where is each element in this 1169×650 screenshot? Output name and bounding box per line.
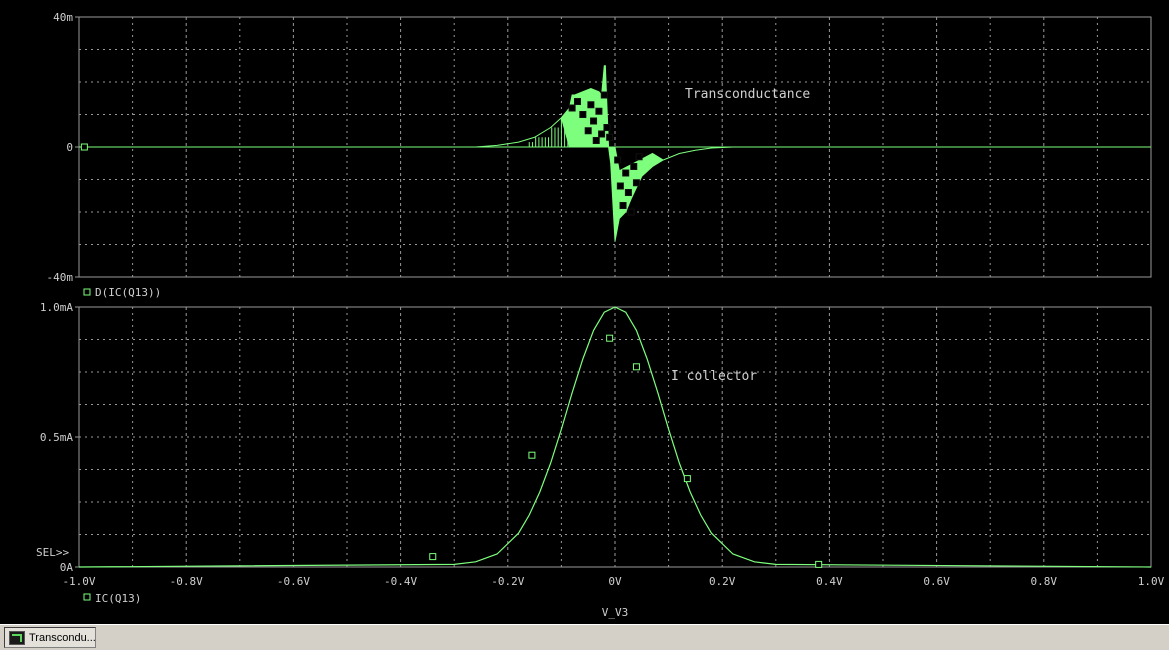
trace-marker xyxy=(683,475,691,483)
x-tick-label: -0.4V xyxy=(384,575,417,588)
trace-marker xyxy=(568,104,576,112)
y-tick-label: 0 xyxy=(66,141,73,154)
legend-marker xyxy=(83,593,91,601)
taskbar-window-label: Transcondu... xyxy=(29,631,95,644)
trace-marker xyxy=(815,560,823,568)
trace-marker xyxy=(584,127,592,135)
selector-label: SEL>> xyxy=(36,546,69,559)
x-tick-label: -0.8V xyxy=(170,575,203,588)
legend-label-transconductance: D(IC(Q13)) xyxy=(95,286,161,299)
trace-marker xyxy=(635,153,643,161)
legend-label-collector: IC(Q13) xyxy=(95,592,141,605)
taskbar: Transcondu... xyxy=(0,624,1169,650)
trace-marker xyxy=(624,189,632,196)
trace-marker xyxy=(579,111,587,118)
trace-marker xyxy=(632,179,640,187)
trace-marker xyxy=(616,182,624,190)
x-tick-label: 0.2V xyxy=(709,575,736,588)
trace-marker xyxy=(627,208,635,216)
x-tick-label: -1.0V xyxy=(62,575,95,588)
trace-marker xyxy=(429,553,437,561)
x-tick-label: 1.0V xyxy=(1138,575,1165,588)
trace-marker xyxy=(590,117,598,125)
y-tick-label: 0.5mA xyxy=(40,431,73,444)
trace-marker xyxy=(632,363,640,371)
taskbar-window-button[interactable]: Transcondu... xyxy=(4,627,96,648)
x-tick-label: 0.4V xyxy=(816,575,843,588)
trace-marker xyxy=(614,156,622,164)
plot-pane-2 xyxy=(75,306,1152,568)
plot-canvas: 40m 0 -40m 1.0mA 0.5mA 0A Transconductance D(IC… xyxy=(36,11,1165,619)
probe-plot-window: 40m 0 -40m 1.0mA 0.5mA 0A Transconductance D(IC… xyxy=(0,0,1169,624)
y-tick-label: 1.0mA xyxy=(40,301,73,314)
x-tick-label: -0.2V xyxy=(491,575,524,588)
trace-marker xyxy=(587,101,595,109)
x-axis-label: V_V3 xyxy=(602,606,629,619)
x-tick-label: -0.6V xyxy=(277,575,310,588)
x-tick-label: 0.6V xyxy=(923,575,950,588)
trace-marker xyxy=(600,91,608,99)
annotation-transconductance: Transconductance xyxy=(685,87,810,102)
probe-window-icon xyxy=(9,630,25,645)
trace-marker xyxy=(622,169,630,177)
trace-marker xyxy=(595,107,603,115)
y-tick-label: 40m xyxy=(53,11,73,24)
x-tick-label: 0V xyxy=(608,575,622,588)
trace-marker xyxy=(598,130,606,138)
trace-marker xyxy=(606,133,614,141)
trace-marker xyxy=(630,163,638,170)
trace-marker xyxy=(80,143,88,151)
x-tick-label: 0.8V xyxy=(1031,575,1058,588)
y-tick-label: -40m xyxy=(47,271,74,284)
y-tick-label: 0A xyxy=(60,561,74,574)
trace-marker xyxy=(603,124,611,131)
trace-marker xyxy=(592,137,600,144)
legend-marker xyxy=(83,288,91,296)
trace-marker xyxy=(606,334,614,342)
trace-marker xyxy=(528,451,536,459)
annotation-collector: I collector xyxy=(671,369,757,384)
trace-marker xyxy=(619,202,627,209)
trace-marker xyxy=(573,98,581,105)
